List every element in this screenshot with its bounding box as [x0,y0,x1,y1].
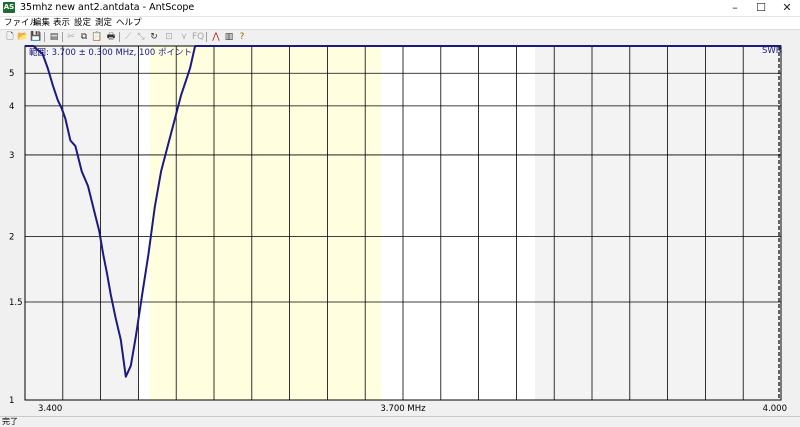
swr-chart-icon[interactable]: ⋀ [210,31,222,43]
refresh-icon[interactable]: ↻ [148,31,160,43]
window-title: 35mhz new ant2.antdata - AntScope [20,2,195,13]
minimize-button[interactable]: – [722,0,748,16]
maximize-button[interactable]: ☐ [748,0,774,16]
swr-chart-svg: 5 4 3 2 1.5 1 3.400 3.700 MHz 4.000 [9,45,787,414]
toolbar-separator [62,32,63,42]
open-file-icon[interactable]: 📂 [17,31,29,43]
band-highlight [150,46,381,400]
zoom-icon[interactable]: ⊡ [163,31,175,43]
menu-settings[interactable]: 設定 [74,17,91,29]
y-tick-label: 2 [9,233,14,243]
copy-icon[interactable]: ⧉ [78,31,90,43]
menu-help[interactable]: ヘルプ [116,17,142,29]
close-button[interactable]: ✕ [774,0,800,16]
out-of-band-right [535,46,781,400]
fq-icon[interactable]: FQ [192,31,204,43]
antscope-app-icon[interactable]: AS [3,2,15,13]
y-tick-label: 5 [9,69,14,79]
range-label: 範囲: 3.700 ± 0.300 MHz, 100 ポイント [29,48,192,58]
y-tick-label: 1 [9,396,14,406]
y-tick-label: 1.5 [9,298,23,308]
status-bar: 完了 [0,416,800,427]
toolbar-separator [44,32,45,42]
table-icon[interactable]: ▥ [223,31,235,43]
scale-icon[interactable]: ⤡ [135,31,147,43]
menu-measure[interactable]: 測定 [95,17,112,29]
help-icon[interactable]: ? [236,31,248,43]
x-tick-label: 3.700 MHz [380,404,426,414]
print-setup-icon[interactable]: ▤ [48,31,60,43]
swr-label: SWR [762,46,782,56]
menu-bar: ファイル 編集 表示 設定 測定 ヘルプ [0,17,800,29]
save-icon[interactable]: 💾 [30,31,42,43]
x-tick-label: 4.000 [763,404,787,414]
menu-view[interactable]: 表示 [53,17,70,29]
toolbar-separator [206,32,207,42]
y-tick-label: 3 [9,151,14,161]
title-bar: AS 35mhz new ant2.antdata - AntScope – ☐… [0,0,800,17]
print-icon[interactable]: 🖶 [105,31,117,43]
paste-icon[interactable]: 📋 [91,31,103,43]
y-tick-label: 4 [9,102,14,112]
toolbar-separator [119,32,120,42]
menu-edit[interactable]: 編集 [33,17,50,29]
filter-icon[interactable]: ⋎ [178,31,190,43]
swr-chart[interactable]: 5 4 3 2 1.5 1 3.400 3.700 MHz 4.000 範囲: 3.700 ± … [0,43,800,416]
cut-icon[interactable]: ✂ [65,31,77,43]
x-tick-label: 3.400 [38,404,62,414]
graph-icon[interactable]: ⟋ [122,31,134,43]
new-file-icon[interactable]: 🗋 [4,31,16,43]
